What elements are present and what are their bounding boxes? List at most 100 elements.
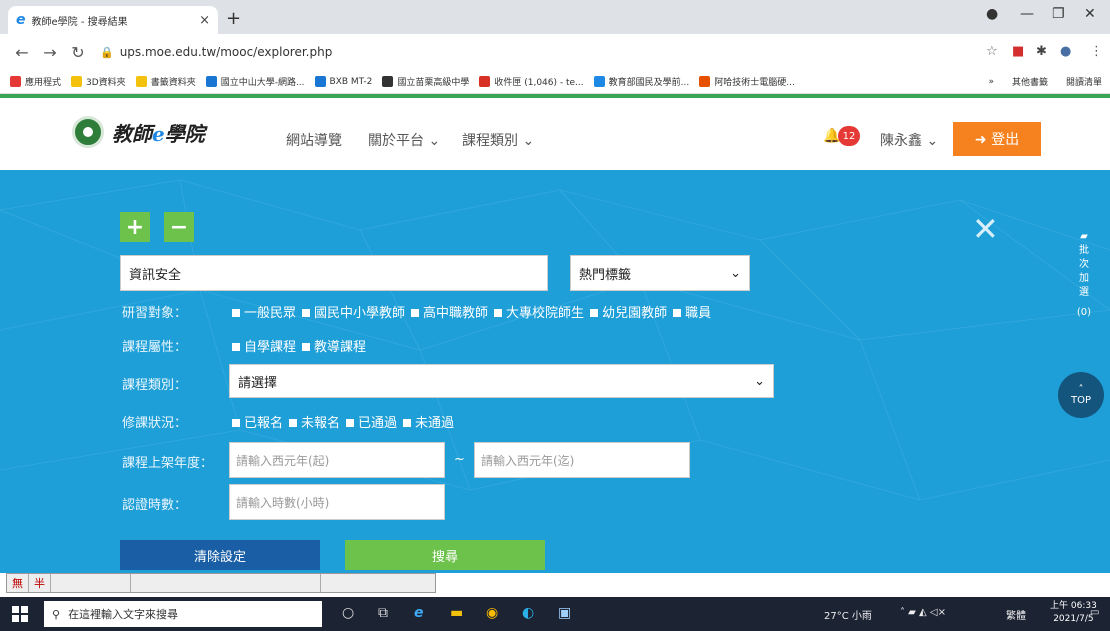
url-field[interactable]: 🔒 ups.moe.edu.tw/mooc/explorer.php bbox=[100, 41, 960, 63]
attribute-option[interactable]: 自學課程 bbox=[230, 340, 296, 355]
chrome-icon[interactable]: ◉ bbox=[486, 605, 498, 621]
taskbar-search-box[interactable]: ⚲ 在這裡輸入文字來搜尋 bbox=[44, 601, 322, 627]
minimize-button[interactable]: — bbox=[1020, 6, 1034, 22]
target-option-label: 一般民眾 bbox=[244, 306, 297, 321]
cortana-icon[interactable]: ○ bbox=[342, 605, 354, 621]
bookmark-star-icon[interactable]: ☆ bbox=[986, 44, 998, 59]
bookmark-item[interactable]: 教育部國民及學前... bbox=[593, 75, 690, 88]
bookmark-right-item[interactable]: 其他書籤 bbox=[1012, 75, 1048, 88]
task-view-icon[interactable]: ⧉ bbox=[378, 605, 388, 621]
menu-about-platform[interactable]: 關於平台 ⌄ bbox=[368, 130, 440, 150]
bookmark-item[interactable]: 國立中山大學-網路... bbox=[205, 75, 305, 88]
checkbox-icon[interactable] bbox=[302, 343, 311, 351]
remove-condition-button[interactable]: − bbox=[164, 212, 194, 242]
profile-avatar-icon[interactable]: ● bbox=[1060, 44, 1071, 59]
checkbox-icon[interactable] bbox=[590, 309, 599, 317]
edge-icon[interactable]: ◐ bbox=[522, 605, 534, 621]
notification-center-icon[interactable]: ▭ bbox=[1090, 607, 1099, 618]
bookmark-item[interactable]: 3D資料夾 bbox=[71, 75, 126, 88]
clear-settings-button[interactable]: 清除設定 bbox=[120, 540, 320, 570]
status-option[interactable]: 未通過 bbox=[401, 416, 454, 431]
user-menu[interactable]: 陳永鑫 ⌄ bbox=[880, 130, 938, 150]
browser-tab[interactable]: e 教師e學院 - 搜尋結果 × bbox=[8, 6, 218, 34]
year-from-input[interactable]: 請輸入西元年(起) bbox=[229, 442, 445, 478]
year-to-input[interactable]: 請輸入西元年(迄) bbox=[474, 442, 690, 478]
status-options: 已報名 未報名 已通過 未通過 bbox=[230, 412, 458, 431]
ime-mode-b[interactable]: 半 bbox=[29, 574, 51, 592]
back-arrow-icon[interactable]: ← bbox=[8, 43, 36, 62]
ime-extra-cell bbox=[321, 574, 435, 592]
target-option[interactable]: 職員 bbox=[671, 306, 711, 321]
hot-tags-select[interactable]: 熱門標籤 ⌄ bbox=[570, 255, 750, 291]
bookmark-item[interactable]: 書籤資料夾 bbox=[135, 75, 196, 88]
checkbox-icon[interactable] bbox=[403, 419, 412, 427]
menu-site-map[interactable]: 網站導覽 bbox=[286, 130, 342, 150]
checkbox-icon[interactable] bbox=[232, 343, 240, 351]
checkbox-icon[interactable] bbox=[232, 309, 240, 317]
bookmark-folder-icon bbox=[479, 76, 491, 87]
bookmark-right-item[interactable]: » bbox=[988, 77, 994, 87]
ime-language-indicator[interactable]: 繁體 bbox=[1006, 607, 1026, 622]
address-bar-row: ← → ↻ 🔒 ups.moe.edu.tw/mooc/explorer.php… bbox=[0, 34, 1110, 70]
target-option[interactable]: 一般民眾 bbox=[230, 306, 296, 321]
target-option[interactable]: 高中職教師 bbox=[409, 306, 488, 321]
add-condition-button[interactable]: + bbox=[120, 212, 150, 242]
ime-toolbar: 無 半 bbox=[6, 573, 436, 593]
status-option[interactable]: 已報名 bbox=[230, 416, 283, 431]
checkbox-icon[interactable] bbox=[494, 309, 503, 317]
app-icon[interactable]: ▣ bbox=[558, 605, 571, 621]
bookmark-right-item[interactable]: 閱讀清單 bbox=[1066, 75, 1102, 88]
url-text: ups.moe.edu.tw/mooc/explorer.php bbox=[119, 45, 333, 59]
menu-course-category[interactable]: 課程類別 ⌄ bbox=[462, 130, 534, 150]
checkbox-icon[interactable] bbox=[673, 309, 682, 317]
pdf-extension-icon[interactable]: ■ bbox=[1012, 44, 1024, 59]
weather-widget[interactable]: 27°C 小雨 bbox=[824, 607, 872, 622]
profile-dot-icon[interactable]: ● bbox=[986, 6, 998, 22]
logout-button[interactable]: ➜ 登出 bbox=[953, 122, 1041, 156]
back-to-top-button[interactable]: ˄ TOP bbox=[1058, 372, 1104, 418]
batch-add-panel[interactable]: ▰ 批次加選 (0) bbox=[1072, 230, 1096, 320]
bookmark-item[interactable]: 收件匣 (1,046) - te... bbox=[479, 75, 584, 88]
bookmark-label: 阿哈技術士電腦硬... bbox=[714, 78, 795, 88]
attribute-option[interactable]: 教導課程 bbox=[300, 340, 366, 355]
bookmark-item[interactable]: BXB MT-2 bbox=[314, 76, 372, 87]
more-menu-icon[interactable]: ⋮ bbox=[1090, 44, 1103, 59]
bookmark-item[interactable]: 阿哈技術士電腦硬... bbox=[699, 75, 795, 88]
site-logo[interactable]: 教師e學院 bbox=[72, 116, 205, 148]
bookmark-item[interactable]: 國立苗栗高級中學 bbox=[382, 75, 469, 88]
notification-badge[interactable]: 12 bbox=[838, 126, 860, 146]
checkbox-icon[interactable] bbox=[346, 419, 355, 427]
target-option[interactable]: 大專校院師生 bbox=[492, 306, 584, 321]
bookmark-label: 教育部國民及學前... bbox=[608, 78, 690, 88]
file-explorer-icon[interactable]: ▬ bbox=[450, 605, 463, 621]
status-option[interactable]: 已通過 bbox=[344, 416, 397, 431]
hours-input[interactable]: 請輸入時數(小時) bbox=[229, 484, 445, 520]
attribute-option-label: 自學課程 bbox=[244, 340, 297, 355]
checkbox-icon[interactable] bbox=[411, 309, 420, 317]
keyword-input[interactable]: 資訊安全 bbox=[120, 255, 548, 291]
search-button[interactable]: 搜尋 bbox=[345, 540, 545, 570]
new-tab-button[interactable]: + bbox=[226, 8, 241, 29]
checkbox-icon[interactable] bbox=[302, 309, 311, 317]
target-option[interactable]: 國民中小學教師 bbox=[300, 306, 405, 321]
target-option[interactable]: 幼兒園教師 bbox=[588, 306, 667, 321]
status-option[interactable]: 未報名 bbox=[287, 416, 340, 431]
tray-icons[interactable]: ˄ ▰ ◭ ◁× bbox=[900, 607, 946, 618]
checkbox-icon[interactable] bbox=[289, 419, 298, 427]
ie-browser-icon[interactable]: e bbox=[414, 605, 424, 621]
bookmark-label: 收件匣 (1,046) - te... bbox=[494, 78, 584, 88]
maximize-button[interactable]: ❐ bbox=[1052, 6, 1065, 22]
checkbox-icon[interactable] bbox=[232, 419, 240, 427]
forward-arrow-icon[interactable]: → bbox=[36, 43, 64, 62]
status-option-label: 已通過 bbox=[358, 416, 398, 431]
bookmark-folder-icon bbox=[314, 76, 326, 87]
extensions-puzzle-icon[interactable]: ✱ bbox=[1036, 44, 1047, 59]
ime-mode-a[interactable]: 無 bbox=[7, 574, 29, 592]
windows-start-icon[interactable] bbox=[12, 606, 28, 622]
bookmark-item[interactable]: 應用程式 bbox=[10, 75, 61, 88]
category-select[interactable]: 請選擇 ⌄ bbox=[229, 364, 774, 398]
close-window-button[interactable]: ✕ bbox=[1084, 6, 1096, 22]
close-search-icon[interactable]: ✕ bbox=[972, 210, 999, 248]
tab-close-button[interactable]: × bbox=[199, 13, 210, 28]
reload-icon[interactable]: ↻ bbox=[64, 43, 92, 62]
